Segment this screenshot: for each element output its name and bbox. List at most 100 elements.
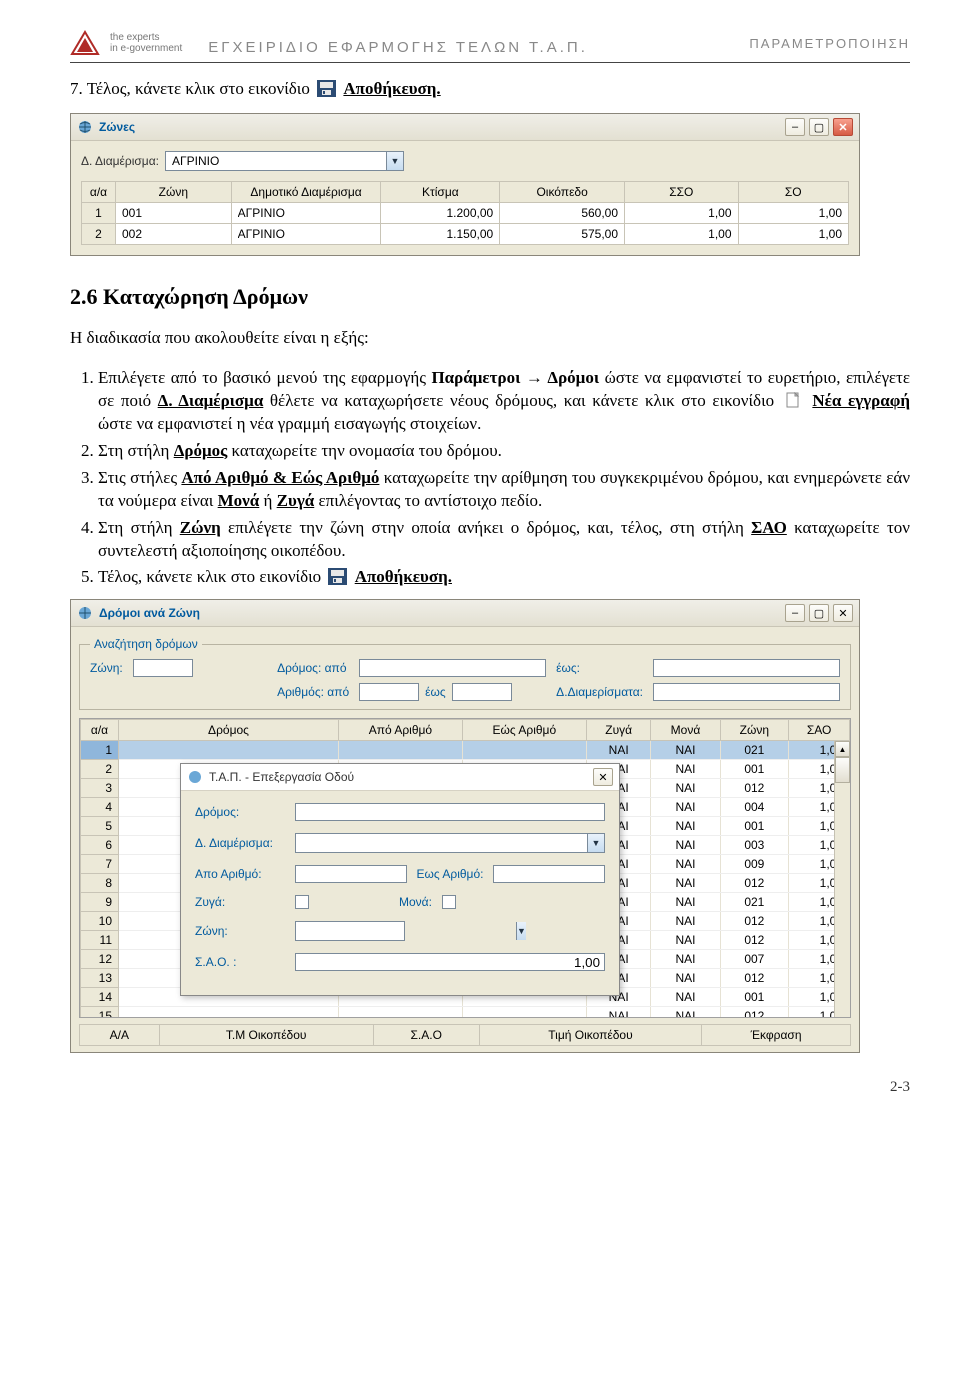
dialog-close-button[interactable]: ✕	[593, 768, 613, 786]
dromoi-window-title: Δρόμοι ανά Ζώνη	[99, 606, 779, 620]
chevron-down-icon[interactable]: ▼	[516, 922, 526, 940]
zones-cell-input[interactable]	[627, 226, 736, 242]
zones-cell-input[interactable]	[502, 226, 622, 242]
dromoi-col-header: ΣΑΟ	[789, 720, 850, 741]
app-logo: the experts in e-government	[70, 30, 182, 56]
zones-dd-value: ΑΓΡΙΝΙΟ	[166, 154, 386, 168]
dromoi-col-header: Ζώνη	[720, 720, 789, 741]
search-num-to-input[interactable]	[452, 683, 512, 701]
dromoi-col-header: Μονά	[651, 720, 720, 741]
zones-cell-input[interactable]	[741, 205, 846, 221]
window-zones-icon	[77, 119, 93, 135]
zones-window: Ζώνες – ▢ ✕ Δ. Διαμέρισμα: ΑΓΡΙΝΙΟ ▼ α/α…	[70, 113, 860, 256]
zones-cell-input[interactable]	[118, 205, 229, 221]
step-5: Τέλος, κάνετε κλικ στο εικονίδιο Αποθήκε…	[98, 566, 910, 589]
dromoi-col-header: Δρόμος	[119, 720, 339, 741]
search-road-from-input[interactable]	[359, 659, 546, 677]
zones-dd-label: Δ. Διαμέρισμα:	[81, 154, 159, 168]
dialog-road-input[interactable]	[295, 803, 605, 821]
dialog-road-label: Δρόμος:	[195, 805, 285, 819]
close-button[interactable]: ✕	[833, 604, 853, 622]
zones-col-header: Κτίσμα	[381, 182, 500, 203]
dialog-dd-combo[interactable]: ▼	[295, 833, 605, 853]
zones-cell-input[interactable]	[627, 205, 736, 221]
step-7-prefix: 7. Τέλος, κάνετε κλικ στο εικονίδιο	[70, 79, 314, 98]
bottom-col-header: Α/Α	[80, 1025, 160, 1046]
dromoi-table-wrap: α/αΔρόμοςΑπό ΑριθμόΕώς ΑριθμόΖυγάΜονάΖών…	[79, 718, 851, 1018]
dialog-to-label: Εως Αριθμό:	[417, 867, 484, 881]
zones-col-header: ΣΟ	[738, 182, 848, 203]
dromoi-col-header: Εώς Αριθμό	[462, 720, 586, 741]
bottom-table: Α/ΑΤ.Μ ΟικοπέδουΣ.Α.ΟΤιμή ΟικοπέδουΈκφρα…	[79, 1024, 851, 1046]
search-road-to-input[interactable]	[653, 659, 840, 677]
page-number: 2-3	[70, 1079, 910, 1096]
save-icon	[328, 568, 347, 585]
zones-cell-input[interactable]	[383, 205, 497, 221]
dialog-sao-input[interactable]	[295, 953, 605, 971]
bottom-col-header: Σ.Α.Ο	[373, 1025, 479, 1046]
zones-cell-input[interactable]	[383, 226, 497, 242]
zones-cell-input[interactable]	[502, 205, 622, 221]
zones-cell-input[interactable]	[234, 205, 379, 221]
scroll-up-icon[interactable]: ▲	[835, 741, 850, 757]
zones-table: α/αΖώνηΔημοτικό ΔιαμέρισμαΚτίσμαΟικόπεδο…	[81, 181, 849, 245]
search-fieldset: Αναζήτηση δρόμων Ζώνη: Δρόμος: από έως: …	[79, 637, 851, 710]
logo-tagline-1: the experts	[110, 32, 182, 43]
minimize-button[interactable]: –	[785, 604, 805, 622]
dromoi-col-header: α/α	[81, 720, 119, 741]
table-row[interactable]: 15ΝΑΙΝΑΙ0121,00	[81, 1007, 850, 1019]
search-num-from-input[interactable]	[359, 683, 419, 701]
close-button[interactable]: ✕	[833, 118, 853, 136]
dialog-mona-label: Μονά:	[399, 895, 432, 909]
search-road-to-label: έως:	[556, 661, 643, 675]
search-zone-label: Ζώνη:	[90, 661, 123, 675]
section-label: ΠΑΡΑΜΕΤΡΟΠΟΙΗΣΗ	[749, 36, 910, 51]
table-row[interactable]: 1ΝΑΙΝΑΙ0211,00	[81, 741, 850, 760]
dialog-from-input[interactable]	[295, 865, 407, 883]
zones-cell-input[interactable]	[118, 226, 229, 242]
step-3: Στις στήλες Από Αριθμό & Εώς Αριθμό κατα…	[98, 467, 910, 513]
step-4: Στη στήλη Ζώνη επιλέγετε την ζώνη στην ο…	[98, 517, 910, 563]
zones-cell-input[interactable]	[741, 226, 846, 242]
table-row: 1	[82, 203, 849, 224]
dialog-sao-label: Σ.Α.Ο. :	[195, 955, 285, 969]
bottom-col-header: Έκφραση	[702, 1025, 851, 1046]
dialog-dd-label: Δ. Διαμέρισμα:	[195, 836, 285, 850]
search-zone-input[interactable]	[133, 659, 193, 677]
zones-col-header: α/α	[82, 182, 116, 203]
window-dromoi-icon	[77, 605, 93, 621]
dialog-to-input[interactable]	[493, 865, 605, 883]
logo-tagline-2: in e-government	[110, 43, 182, 54]
vertical-scrollbar[interactable]: ▲	[834, 741, 850, 1017]
dialog-from-label: Απο Αριθμό:	[195, 867, 285, 881]
minimize-button[interactable]: –	[785, 118, 805, 136]
chevron-down-icon[interactable]: ▼	[587, 834, 604, 852]
bottom-col-header: Τιμή Οικοπέδου	[479, 1025, 701, 1046]
zones-col-header: Οικόπεδο	[500, 182, 625, 203]
zones-window-title: Ζώνες	[99, 120, 779, 134]
dromoi-col-header: Από Αριθμό	[339, 720, 463, 741]
zones-dd-combo[interactable]: ΑΓΡΙΝΙΟ ▼	[165, 151, 404, 171]
zones-col-header: ΣΣΟ	[625, 182, 739, 203]
zones-cell-input[interactable]	[234, 226, 379, 242]
dialog-zyga-checkbox[interactable]	[295, 895, 309, 909]
maximize-button[interactable]: ▢	[809, 118, 829, 136]
search-num-to-label: έως	[425, 685, 446, 699]
zones-col-header: Ζώνη	[116, 182, 232, 203]
dialog-zone-combo[interactable]: ▼	[295, 921, 405, 941]
table-row: 2	[82, 224, 849, 245]
maximize-button[interactable]: ▢	[809, 604, 829, 622]
scroll-thumb[interactable]	[835, 757, 850, 783]
section-heading: 2.6 Καταχώρηση Δρόμων	[70, 284, 910, 310]
chevron-down-icon[interactable]: ▼	[386, 152, 403, 170]
search-legend: Αναζήτηση δρόμων	[90, 637, 202, 651]
search-dd-label: Δ.Διαμερίσματα:	[556, 685, 643, 699]
save-icon	[317, 80, 336, 97]
step-7-save-label: Αποθήκευση.	[343, 79, 440, 98]
step-7-line: 7. Τέλος, κάνετε κλικ στο εικονίδιο Αποθ…	[70, 79, 910, 99]
edit-road-dialog: Τ.Α.Π. - Επεξεργασία Οδού ✕ Δρόμος: Δ. Δ…	[180, 763, 620, 996]
dialog-mona-checkbox[interactable]	[442, 895, 456, 909]
step-1: Επιλέγετε από το βασικό μενού της εφαρμο…	[98, 367, 910, 436]
search-dd-input[interactable]	[653, 683, 840, 701]
dialog-zone-label: Ζώνη:	[195, 924, 285, 938]
